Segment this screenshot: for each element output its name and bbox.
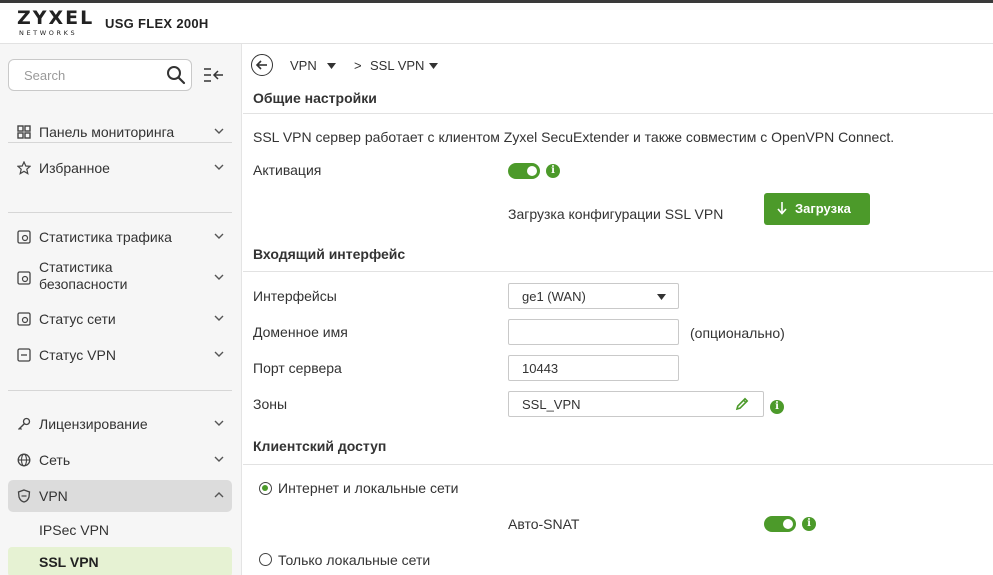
globe-icon xyxy=(17,453,31,467)
device-model: USG FLEX 200H xyxy=(105,16,209,31)
radio-internet-and-local[interactable] xyxy=(259,482,272,495)
breadcrumb-vpn[interactable]: VPN xyxy=(290,58,317,73)
arrow-left-icon xyxy=(255,59,267,70)
vpn-status-icon xyxy=(17,348,31,362)
sidebar-subitem-label: IPSec VPN xyxy=(39,522,110,538)
sidebar-item-network-status[interactable]: Статус сети xyxy=(8,303,232,335)
interfaces-selected-value: ge1 (WAN) xyxy=(522,289,586,304)
activation-toggle[interactable] xyxy=(508,163,540,179)
section-divider xyxy=(243,113,993,114)
section-divider xyxy=(243,464,993,465)
sidebar-item-label: Статус VPN xyxy=(39,347,116,363)
sidebar-item-vpn-status[interactable]: Статус VPN xyxy=(8,339,232,371)
chevron-down-icon xyxy=(214,164,224,170)
caret-down-icon[interactable] xyxy=(429,63,438,69)
sidebar-divider xyxy=(8,390,232,391)
caret-down-icon[interactable] xyxy=(327,63,336,69)
section-divider xyxy=(243,271,993,272)
star-icon xyxy=(17,161,31,175)
logo-wordmark: ZYXEL xyxy=(17,7,95,29)
collapse-sidebar-icon[interactable] xyxy=(203,67,225,83)
main-content: VPN > SSL VPN Общие настройки SSL VPN се… xyxy=(243,44,993,575)
section-title-general: Общие настройки xyxy=(253,90,377,106)
download-button[interactable]: Загрузка xyxy=(764,193,870,225)
sidebar-item-security-stats[interactable]: Статистика безопасности xyxy=(8,258,232,298)
chevron-down-icon xyxy=(214,274,224,280)
server-port-label: Порт сервера xyxy=(253,360,342,376)
zones-field[interactable]: SSL_VPN xyxy=(508,391,764,417)
server-port-input[interactable] xyxy=(509,356,678,380)
sidebar-item-licensing[interactable]: Лицензирование xyxy=(8,408,232,440)
domain-name-input[interactable] xyxy=(509,320,678,344)
domain-name-label: Доменное имя xyxy=(253,324,348,340)
interfaces-select[interactable]: ge1 (WAN) xyxy=(508,283,679,309)
section-title-client-access: Клиентский доступ xyxy=(253,438,387,454)
section-title-incoming: Входящий интерфейс xyxy=(253,246,406,262)
interfaces-label: Интерфейсы xyxy=(253,288,337,304)
sidebar-subitem-ipsec-vpn[interactable]: IPSec VPN xyxy=(8,515,232,545)
domain-name-field xyxy=(508,319,679,345)
info-icon[interactable]: i xyxy=(770,400,784,414)
download-icon xyxy=(777,202,787,215)
shield-icon xyxy=(17,489,31,503)
sidebar-subitem-ssl-vpn[interactable]: SSL VPN xyxy=(8,547,232,575)
radio-local-only[interactable] xyxy=(259,553,272,566)
auto-snat-label: Авто-SNAT xyxy=(508,516,580,532)
zones-label: Зоны xyxy=(253,396,288,412)
breadcrumb-separator: > xyxy=(354,58,362,73)
sidebar-item-dashboard[interactable]: Панель мониторинга xyxy=(8,116,232,148)
caret-down-icon xyxy=(657,294,666,300)
description-text: SSL VPN сервер работает с клиентом Zyxel… xyxy=(253,129,895,145)
pencil-icon[interactable] xyxy=(734,396,750,412)
sidebar-item-label: Сеть xyxy=(39,452,71,468)
download-config-label: Загрузка конфигурации SSL VPN xyxy=(508,206,724,222)
auto-snat-toggle[interactable] xyxy=(764,516,796,532)
app-header: ZYXEL NETWORKS USG FLEX 200H xyxy=(0,3,993,44)
download-button-label: Загрузка xyxy=(795,201,851,216)
chevron-down-icon xyxy=(214,233,224,239)
radio-internet-and-local-label[interactable]: Интернет и локальные сети xyxy=(278,480,459,496)
security-stats-icon xyxy=(17,271,31,285)
sidebar-item-favorites[interactable]: Избранное xyxy=(8,152,232,184)
sidebar-subitem-label: SSL VPN xyxy=(39,554,99,570)
chevron-down-icon xyxy=(214,351,224,357)
search-icon[interactable] xyxy=(166,65,186,85)
activation-label: Активация xyxy=(253,162,322,178)
sidebar-divider xyxy=(8,212,232,213)
sidebar-item-traffic-stats[interactable]: Статистика трафика xyxy=(8,221,232,253)
sidebar: Панель мониторинга Избранное Статистика … xyxy=(0,44,242,575)
sidebar-item-vpn[interactable]: VPN xyxy=(8,480,232,512)
sidebar-item-label: Статистика трафика xyxy=(39,229,172,245)
sidebar-item-label: Статус сети xyxy=(39,311,116,327)
chevron-down-icon xyxy=(214,128,224,134)
dashboard-icon xyxy=(17,125,31,139)
chevron-down-icon xyxy=(214,420,224,426)
zyxel-logo[interactable]: ZYXEL NETWORKS xyxy=(17,7,95,40)
sidebar-item-label: Панель мониторинга xyxy=(39,124,175,140)
sidebar-item-label: VPN xyxy=(39,488,68,504)
sidebar-item-label: Статистика безопасности xyxy=(39,259,128,292)
chevron-down-icon xyxy=(214,456,224,462)
chevron-down-icon xyxy=(214,315,224,321)
info-icon[interactable]: i xyxy=(802,517,816,531)
radio-local-only-label[interactable]: Только локальные сети xyxy=(278,552,430,568)
traffic-stats-icon xyxy=(17,230,31,244)
back-button[interactable] xyxy=(251,54,273,76)
key-icon xyxy=(18,417,31,430)
sidebar-item-network[interactable]: Сеть xyxy=(8,444,232,476)
search-box xyxy=(8,59,192,91)
search-input[interactable] xyxy=(9,60,159,90)
chevron-up-icon xyxy=(214,492,224,498)
info-icon[interactable]: i xyxy=(546,164,560,178)
domain-optional-hint: (опционально) xyxy=(690,325,785,341)
sidebar-item-label: Избранное xyxy=(39,160,110,176)
zones-value: SSL_VPN xyxy=(522,397,581,412)
server-port-field xyxy=(508,355,679,381)
sidebar-item-label: Лицензирование xyxy=(39,416,148,432)
logo-tagline: NETWORKS xyxy=(19,29,78,37)
breadcrumb-ssl-vpn[interactable]: SSL VPN xyxy=(370,58,424,73)
network-status-icon xyxy=(17,312,31,326)
